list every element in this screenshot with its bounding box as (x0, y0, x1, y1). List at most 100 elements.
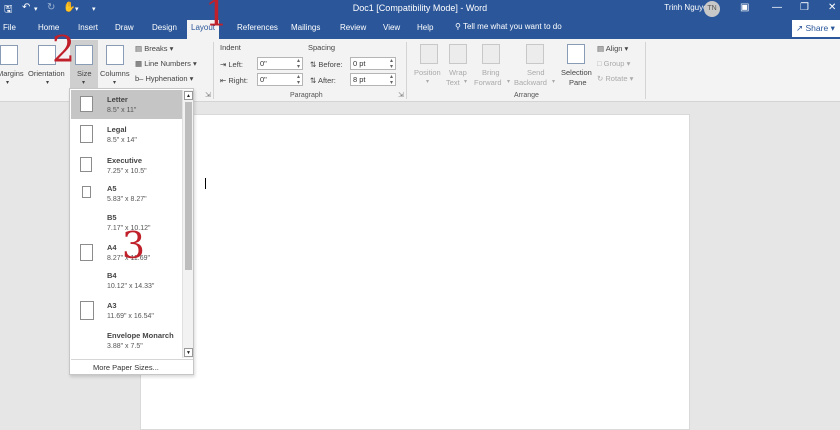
tab-draw[interactable]: Draw (115, 23, 134, 32)
chevron-down-icon: ▾ (629, 74, 634, 83)
selection-pane-line2[interactable]: Pane (569, 78, 587, 87)
paper-size-dims: 11.69" x 16.54" (107, 313, 154, 320)
send-backward-line1: Send (527, 68, 545, 77)
page-thumbnail-icon (80, 157, 92, 172)
line-numbers-button[interactable]: ▦ Line Numbers ▾ (135, 59, 197, 68)
paper-size-dims: 7.25" x 10.5" (107, 168, 147, 175)
tab-insert[interactable]: Insert (78, 23, 98, 32)
more-paper-sizes-button[interactable]: More Paper Sizes... (71, 359, 193, 374)
group-icon: □ (597, 59, 602, 68)
share-button[interactable]: ↗ Share ▾ (792, 20, 840, 37)
avatar[interactable]: TN (704, 1, 720, 17)
wrap-text-line1: Wrap (449, 68, 467, 77)
document-page[interactable] (140, 114, 690, 430)
tab-design[interactable]: Design (152, 23, 177, 32)
spinner-arrows-icon[interactable]: ▴ ▾ (390, 74, 393, 86)
paper-size-dims: 8.5" x 11" (107, 107, 137, 114)
page-thumbnail-icon (80, 301, 94, 320)
selection-pane-icon[interactable] (567, 44, 585, 64)
columns-button[interactable]: Columns (100, 69, 130, 78)
paper-size-a5[interactable]: A5 5.83" x 8.27" (71, 179, 182, 208)
rotate-button: ↻ Rotate ▾ (597, 74, 633, 83)
chevron-down-icon: ▾ (189, 74, 194, 83)
paper-size-legal[interactable]: Legal 8.5" x 14" (71, 120, 182, 149)
spinner-arrows-icon[interactable]: ▴ ▾ (390, 58, 393, 70)
indent-left-label: ⇥ Left: (220, 60, 243, 69)
paper-size-letter[interactable]: Letter 8.5" x 11" (71, 90, 182, 119)
tab-mailings[interactable]: Mailings (291, 23, 320, 32)
spacing-before-label: ⇅ Before: (310, 60, 343, 69)
dropdown-scrollbar[interactable]: ▲ ▼ (182, 90, 193, 358)
paper-size-name: Legal (107, 125, 127, 134)
indent-right-field[interactable]: 0" ▴ ▾ (257, 73, 303, 86)
size-chevron-icon: ▾ (82, 80, 86, 86)
paper-size-dims: 10.12" x 14.33" (107, 283, 155, 290)
columns-icon[interactable] (106, 45, 124, 65)
wrap-text-icon (449, 44, 467, 64)
tab-review[interactable]: Review (340, 23, 366, 32)
share-label: Share (805, 23, 829, 33)
breaks-button[interactable]: ▤ Breaks ▾ (135, 44, 173, 53)
page-thumbnail-icon (80, 125, 93, 143)
spacing-heading: Spacing (308, 43, 336, 52)
paper-size-name: Letter (107, 95, 128, 104)
close-icon[interactable]: ✕ (828, 2, 836, 13)
hyphenation-button[interactable]: b– Hyphenation ▾ (135, 74, 193, 83)
indent-right-label: ⇤ Right: (220, 76, 248, 85)
indent-right-value: 0" (260, 75, 267, 84)
send-backward-icon (526, 44, 544, 64)
indent-left-field[interactable]: 0" ▴ ▾ (257, 57, 303, 70)
spinner-arrows-icon[interactable]: ▴ ▾ (297, 74, 300, 86)
scroll-down-icon[interactable]: ▼ (184, 348, 193, 357)
lightbulb-icon: ⚲ (455, 22, 461, 31)
position-button: Position (414, 68, 441, 77)
ribbon-display-options-icon[interactable]: ▣ (740, 2, 749, 13)
paper-size-dims: 3.88" x 7.5" (107, 343, 143, 350)
margins-button[interactable]: Margins (0, 69, 24, 78)
send-backward-line2: Backward (514, 78, 547, 87)
tab-view[interactable]: View (383, 23, 400, 32)
spinner-arrows-icon[interactable]: ▴ ▾ (297, 58, 300, 70)
paragraph-group-label: Paragraph (290, 92, 323, 99)
tab-help[interactable]: Help (417, 23, 433, 32)
send-backward-chevron-icon: ▾ (552, 79, 556, 85)
chevron-down-icon: ▾ (626, 59, 631, 68)
position-chevron-icon: ▾ (426, 79, 430, 85)
restore-icon[interactable]: ❐ (800, 2, 809, 13)
step-1-annotation: 1 (205, 0, 228, 35)
spacing-before-icon: ⇅ (310, 60, 317, 69)
paper-size-envelope-monarch[interactable]: Envelope Monarch 3.88" x 7.5" (71, 326, 182, 355)
paper-size-name: B5 (107, 213, 117, 222)
tab-file[interactable]: File (3, 23, 16, 32)
chevron-down-icon: ▾ (192, 59, 197, 68)
spacing-before-text: Before: (318, 60, 343, 69)
indent-left-icon: ⇥ (220, 60, 227, 69)
paragraph-launcher-icon[interactable]: ⇲ (398, 91, 404, 99)
spacing-after-field[interactable]: 8 pt ▴ ▾ (350, 73, 396, 86)
margins-icon[interactable] (0, 45, 18, 65)
paper-size-name: B4 (107, 271, 117, 280)
selection-pane-line1[interactable]: Selection (561, 68, 592, 77)
minimize-icon[interactable]: — (772, 2, 782, 13)
orientation-chevron-icon[interactable]: ▾ (46, 79, 49, 86)
spacing-before-field[interactable]: 0 pt ▴ ▾ (350, 57, 396, 70)
bring-forward-chevron-icon: ▾ (507, 79, 511, 85)
columns-chevron-icon[interactable]: ▾ (113, 79, 116, 86)
align-button[interactable]: ▤ Align ▾ (597, 44, 628, 53)
paper-size-b4[interactable]: B4 10.12" x 14.33" (71, 266, 182, 295)
tell-me-box[interactable]: ⚲ Tell me what you want to do (455, 22, 562, 31)
paper-size-dims: 5.83" x 8.27" (107, 196, 147, 203)
tab-references[interactable]: References (237, 23, 278, 32)
page-setup-launcher-icon[interactable]: ⇲ (205, 91, 211, 99)
margins-chevron-icon[interactable]: ▾ (6, 79, 9, 86)
spacing-after-label: ⇅ After: (310, 76, 336, 85)
scroll-up-icon[interactable]: ▲ (184, 91, 193, 100)
step-2-annotation: 2 (52, 30, 75, 71)
scrollbar-thumb[interactable] (185, 102, 192, 270)
group-label: Group (603, 59, 625, 68)
title-bar: 🖫 ↶ ▾ ↻ ✋ ▾ ▾ Doc1 [Compatibility Mode] … (0, 0, 840, 18)
breaks-label: Breaks (144, 44, 168, 53)
paper-size-executive[interactable]: Executive 7.25" x 10.5" (71, 151, 182, 180)
paper-size-list: Letter 8.5" x 11" Legal 8.5" x 14" Execu… (71, 90, 182, 358)
paper-size-a3[interactable]: A3 11.69" x 16.54" (71, 296, 182, 325)
